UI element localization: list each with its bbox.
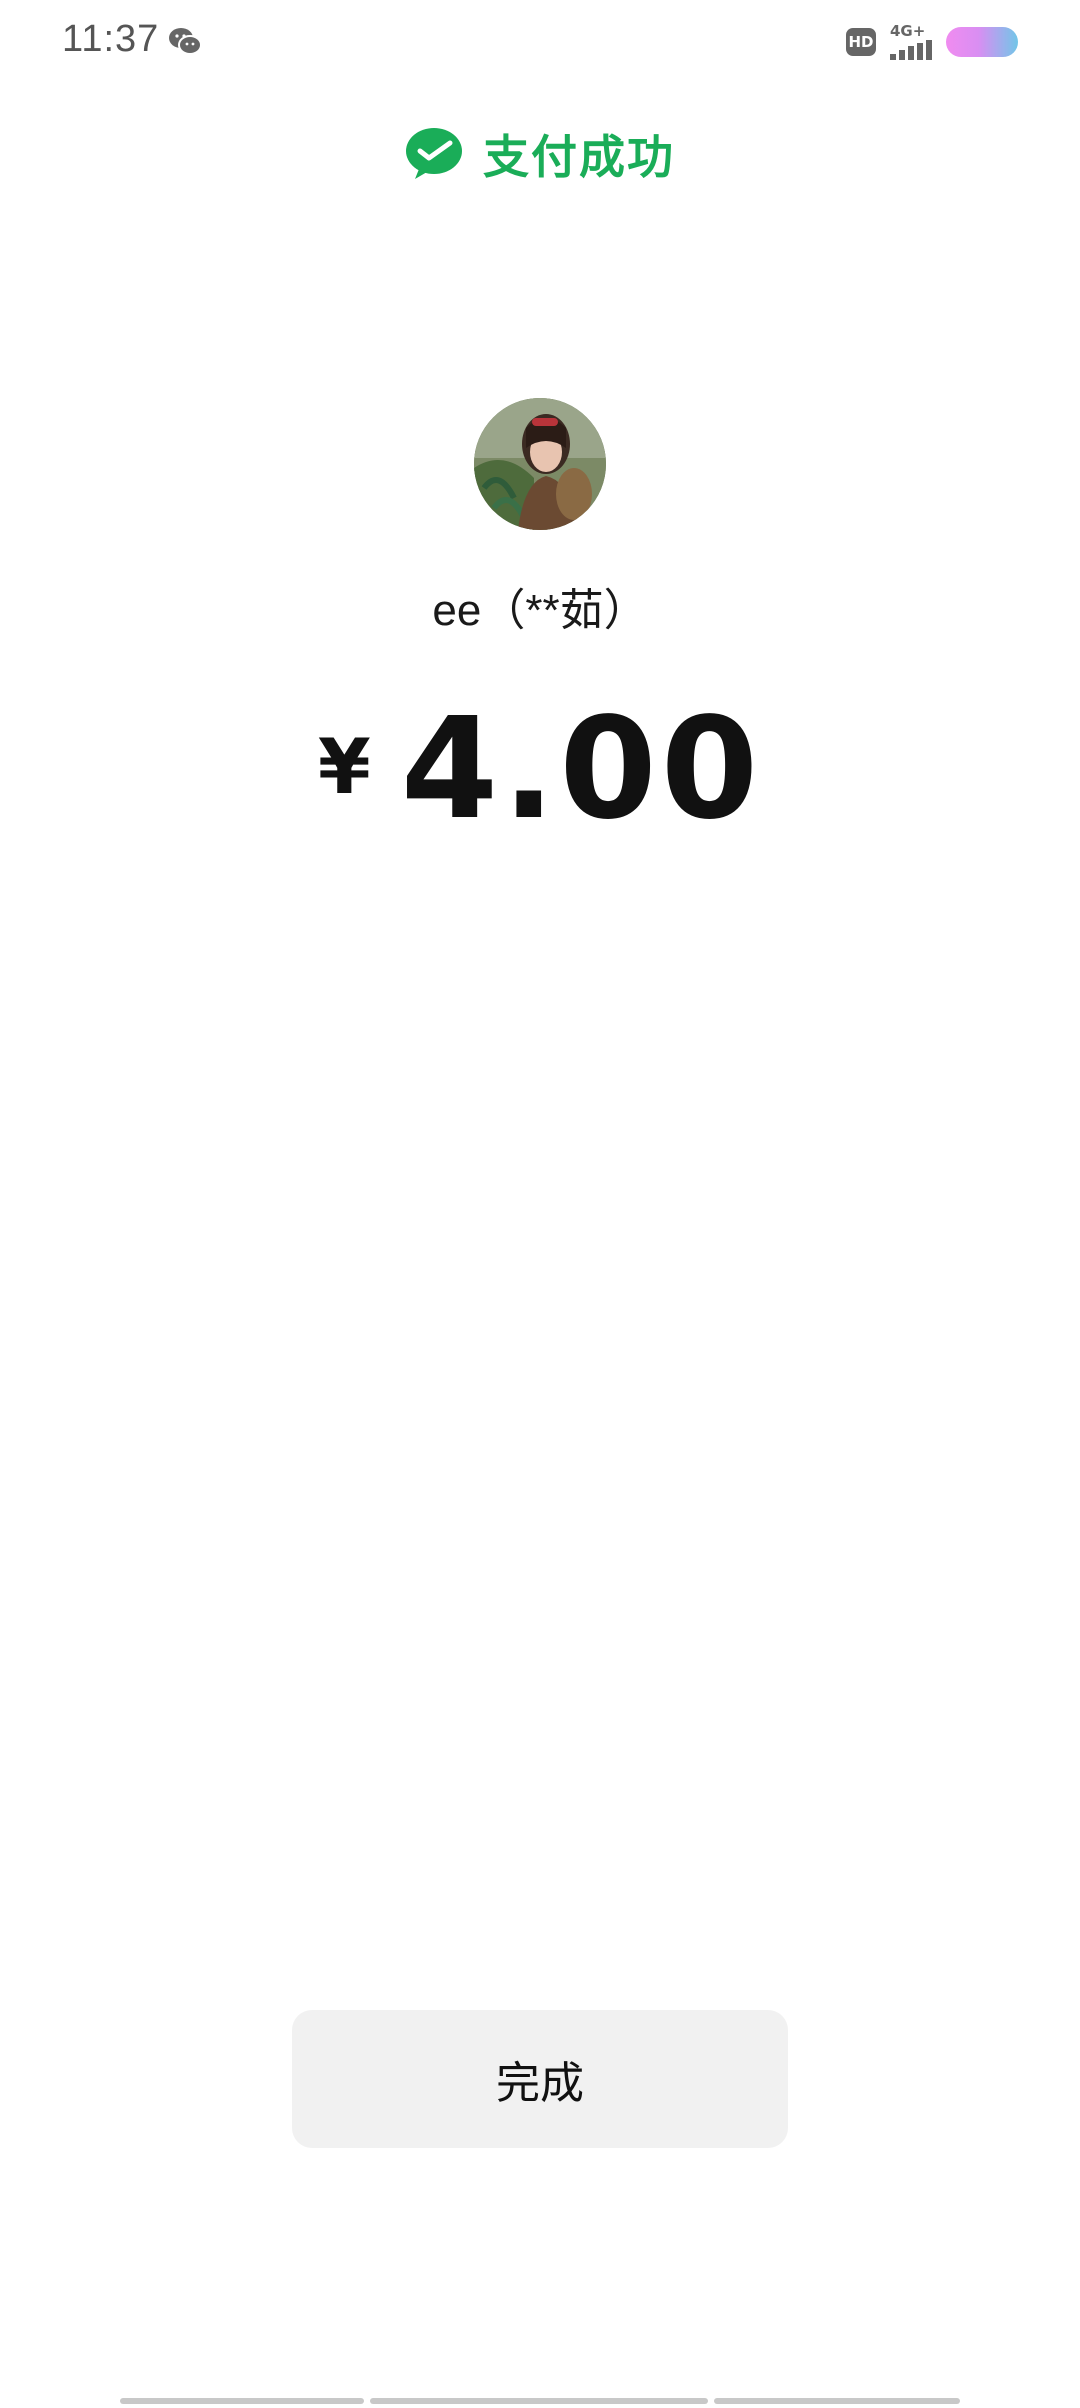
status-time: 11:37	[62, 18, 160, 60]
status-bar: 11:37 HD 4G+	[0, 0, 1080, 84]
battery-icon	[946, 27, 1018, 57]
payment-amount: ¥ 4.00	[0, 700, 1080, 840]
avatar-image	[474, 398, 606, 530]
signal-icon: 4G+	[888, 22, 934, 60]
signal-bars-icon	[890, 40, 932, 60]
gesture-bar-segment	[120, 2398, 364, 2404]
avatar	[474, 398, 606, 530]
status-indicators: HD 4G+	[846, 22, 1018, 62]
payment-status-header: 支付成功	[0, 122, 1080, 186]
network-type-label: 4G+	[890, 22, 926, 40]
wechat-pay-check-icon	[406, 128, 462, 179]
amount-value: 4.00	[400, 688, 763, 851]
navigation-gesture-bar	[120, 2398, 960, 2404]
done-button[interactable]: 完成	[292, 2010, 788, 2148]
wechat-icon	[169, 28, 202, 55]
payment-success-title: 支付成功	[483, 131, 675, 183]
gesture-bar-segment	[370, 2398, 708, 2404]
currency-symbol: ¥	[317, 722, 371, 811]
gesture-bar-segment	[714, 2398, 960, 2404]
payee-name: ee（**茹）	[432, 586, 648, 635]
hd-badge: HD	[846, 28, 876, 56]
